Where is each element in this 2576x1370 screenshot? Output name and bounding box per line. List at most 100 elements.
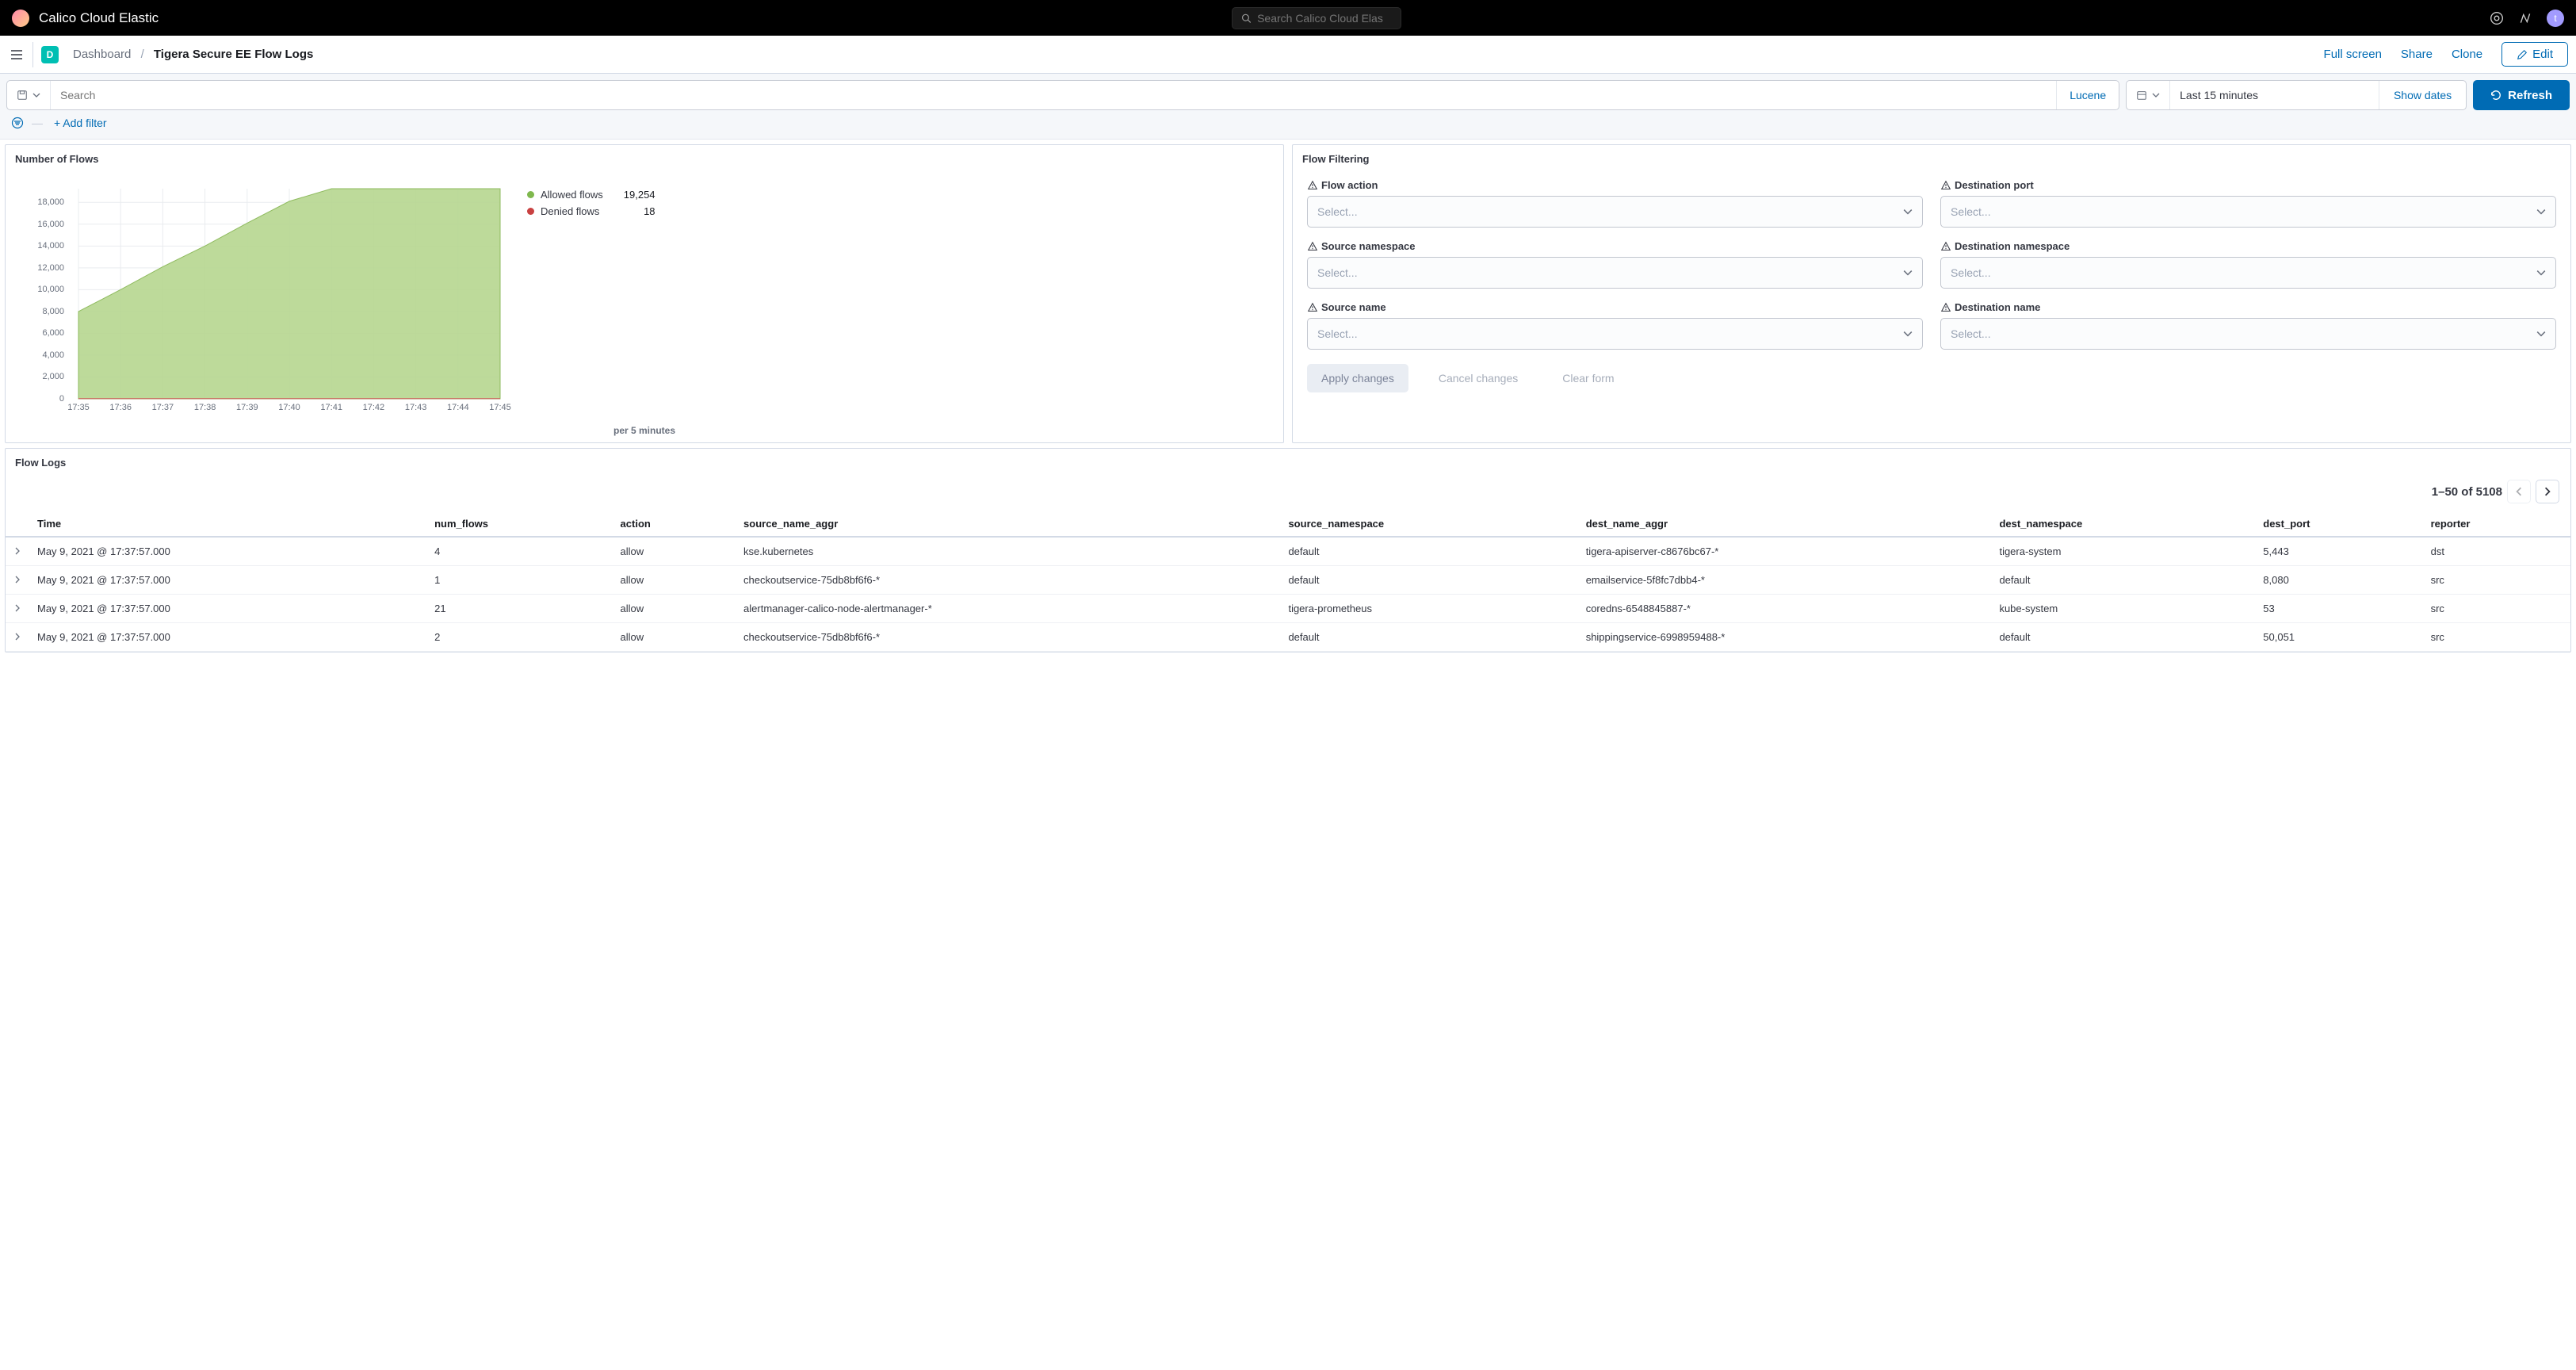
chevron-right-icon [13, 633, 21, 641]
time-picker-button[interactable] [2127, 81, 2170, 109]
refresh-button[interactable]: Refresh [2473, 80, 2570, 110]
logs-col-source_namespace[interactable]: source_namespace [1280, 511, 1577, 537]
table-cell: alertmanager-calico-node-alertmanager-* [736, 595, 1280, 623]
pager-next-button[interactable] [2536, 480, 2559, 503]
table-cell: default [1280, 566, 1577, 595]
filter-label-src_ns: Source namespace [1307, 240, 1923, 252]
table-cell: kube-system [1991, 595, 2255, 623]
show-dates-button[interactable]: Show dates [2379, 81, 2466, 109]
app-logo[interactable] [12, 10, 29, 27]
nav-toggle[interactable] [8, 42, 33, 67]
table-cell: emailservice-5f8fc7dbb4-* [1578, 566, 1992, 595]
filter-select-dest_name[interactable]: Select... [1940, 318, 2556, 350]
expand-row-button[interactable] [6, 595, 29, 623]
filter-select-flow_action[interactable]: Select... [1307, 196, 1923, 228]
breadcrumb-root[interactable]: Dashboard [73, 48, 131, 61]
filter-select-src_name[interactable]: Select... [1307, 318, 1923, 350]
saved-queries-button[interactable] [7, 81, 51, 109]
global-search-input[interactable] [1257, 12, 1392, 25]
chevron-down-icon [32, 91, 40, 99]
filter-panel: Flow Filtering Flow action Select... Dest… [1292, 144, 2571, 443]
logs-col-Time[interactable]: Time [29, 511, 426, 537]
search-input[interactable] [51, 81, 2056, 109]
breadcrumb: Dashboard / Tigera Secure EE Flow Logs [73, 48, 313, 61]
global-search[interactable] [1232, 7, 1401, 29]
app-title: Calico Cloud Elastic [39, 10, 159, 26]
flows-panel: Number of Flows 02,0004,0006,0008,00010,… [5, 144, 1284, 443]
legend-allowed-label: Allowed flows [541, 189, 603, 201]
add-filter-button[interactable]: + Add filter [54, 117, 107, 129]
chart-xtick: 17:44 [447, 403, 469, 412]
logs-col-action[interactable]: action [613, 511, 736, 537]
logs-col-dest_port[interactable]: dest_port [2255, 511, 2422, 537]
filter-icon[interactable] [11, 117, 24, 129]
calendar-icon [2136, 90, 2147, 101]
chevron-down-icon [2152, 91, 2160, 99]
clear-form-button[interactable]: Clear form [1548, 364, 1628, 392]
time-range-input[interactable] [2170, 81, 2379, 109]
user-avatar[interactable]: t [2547, 10, 2564, 27]
filter-label-dest_name: Destination name [1940, 301, 2556, 313]
apply-changes-button[interactable]: Apply changes [1307, 364, 1408, 392]
filter-select-src_ns[interactable]: Select... [1307, 257, 1923, 289]
logs-col-dest_namespace[interactable]: dest_namespace [1991, 511, 2255, 537]
expand-row-button[interactable] [6, 566, 29, 595]
flows-chart[interactable]: 02,0004,0006,0008,00010,00012,00014,0001… [17, 173, 508, 419]
table-cell: 21 [426, 595, 612, 623]
filter-select-dest_ns[interactable]: Select... [1940, 257, 2556, 289]
chevron-right-icon [13, 604, 21, 612]
table-cell: May 9, 2021 @ 17:37:57.000 [29, 537, 426, 566]
refresh-label: Refresh [2508, 89, 2552, 102]
table-row[interactable]: May 9, 2021 @ 17:37:57.0001allowcheckout… [6, 566, 2570, 595]
chart-ytick: 2,000 [42, 372, 64, 381]
chevron-down-icon [1903, 207, 1913, 216]
edit-button[interactable]: Edit [2501, 42, 2568, 67]
table-row[interactable]: May 9, 2021 @ 17:37:57.0004allowkse.kube… [6, 537, 2570, 566]
breadcrumb-sep: / [141, 48, 144, 61]
pager-prev-button[interactable] [2507, 480, 2531, 503]
table-cell: dst [2423, 537, 2570, 566]
legend-allowed-value: 19,254 [610, 189, 655, 201]
logs-col-num_flows[interactable]: num_flows [426, 511, 612, 537]
table-row[interactable]: May 9, 2021 @ 17:37:57.0002allowcheckout… [6, 623, 2570, 652]
table-row[interactable]: May 9, 2021 @ 17:37:57.00021allowalertma… [6, 595, 2570, 623]
query-language-button[interactable]: Lucene [2056, 81, 2119, 109]
chart-legend: Allowed flows 19,254 Denied flows 18 [527, 189, 655, 419]
table-cell: allow [613, 537, 736, 566]
pencil-icon [2517, 49, 2528, 60]
warning-icon [1307, 302, 1318, 313]
app-badge[interactable]: D [41, 46, 59, 63]
filter-label-flow_action: Flow action [1307, 179, 1923, 191]
chart-xlabel: per 5 minutes [6, 425, 1283, 442]
chart-ytick: 14,000 [37, 241, 64, 251]
table-cell: default [1991, 623, 2255, 652]
breadcrumb-current: Tigera Secure EE Flow Logs [154, 48, 313, 61]
filter-sep: — [32, 117, 43, 129]
filter-label-dest_port: Destination port [1940, 179, 2556, 191]
cancel-changes-button[interactable]: Cancel changes [1424, 364, 1532, 392]
warning-icon [1940, 180, 1951, 191]
lifebuoy-icon[interactable] [2490, 11, 2504, 25]
subheader: D Dashboard / Tigera Secure EE Flow Logs… [0, 36, 2576, 74]
time-group: Show dates [2126, 80, 2467, 110]
chart-ytick: 16,000 [37, 220, 64, 229]
chart-xtick: 17:36 [109, 403, 132, 412]
logs-col-source_name_aggr[interactable]: source_name_aggr [736, 511, 1280, 537]
chevron-left-icon [2514, 487, 2524, 496]
refresh-icon [2490, 90, 2501, 101]
table-cell: checkoutservice-75db8bf6f6-* [736, 623, 1280, 652]
filter-select-dest_port[interactable]: Select... [1940, 196, 2556, 228]
expand-row-button[interactable] [6, 537, 29, 566]
logs-col-dest_name_aggr[interactable]: dest_name_aggr [1578, 511, 1992, 537]
expand-row-button[interactable] [6, 623, 29, 652]
table-cell: allow [613, 595, 736, 623]
news-icon[interactable] [2518, 11, 2532, 25]
logs-col-reporter[interactable]: reporter [2423, 511, 2570, 537]
filter-panel-title: Flow Filtering [1293, 145, 2570, 173]
fullscreen-link[interactable]: Full screen [2324, 48, 2382, 61]
share-link[interactable]: Share [2401, 48, 2433, 61]
clone-link[interactable]: Clone [2452, 48, 2482, 61]
legend-denied-value: 18 [629, 205, 655, 217]
table-cell: allow [613, 566, 736, 595]
table-cell: default [1280, 623, 1577, 652]
